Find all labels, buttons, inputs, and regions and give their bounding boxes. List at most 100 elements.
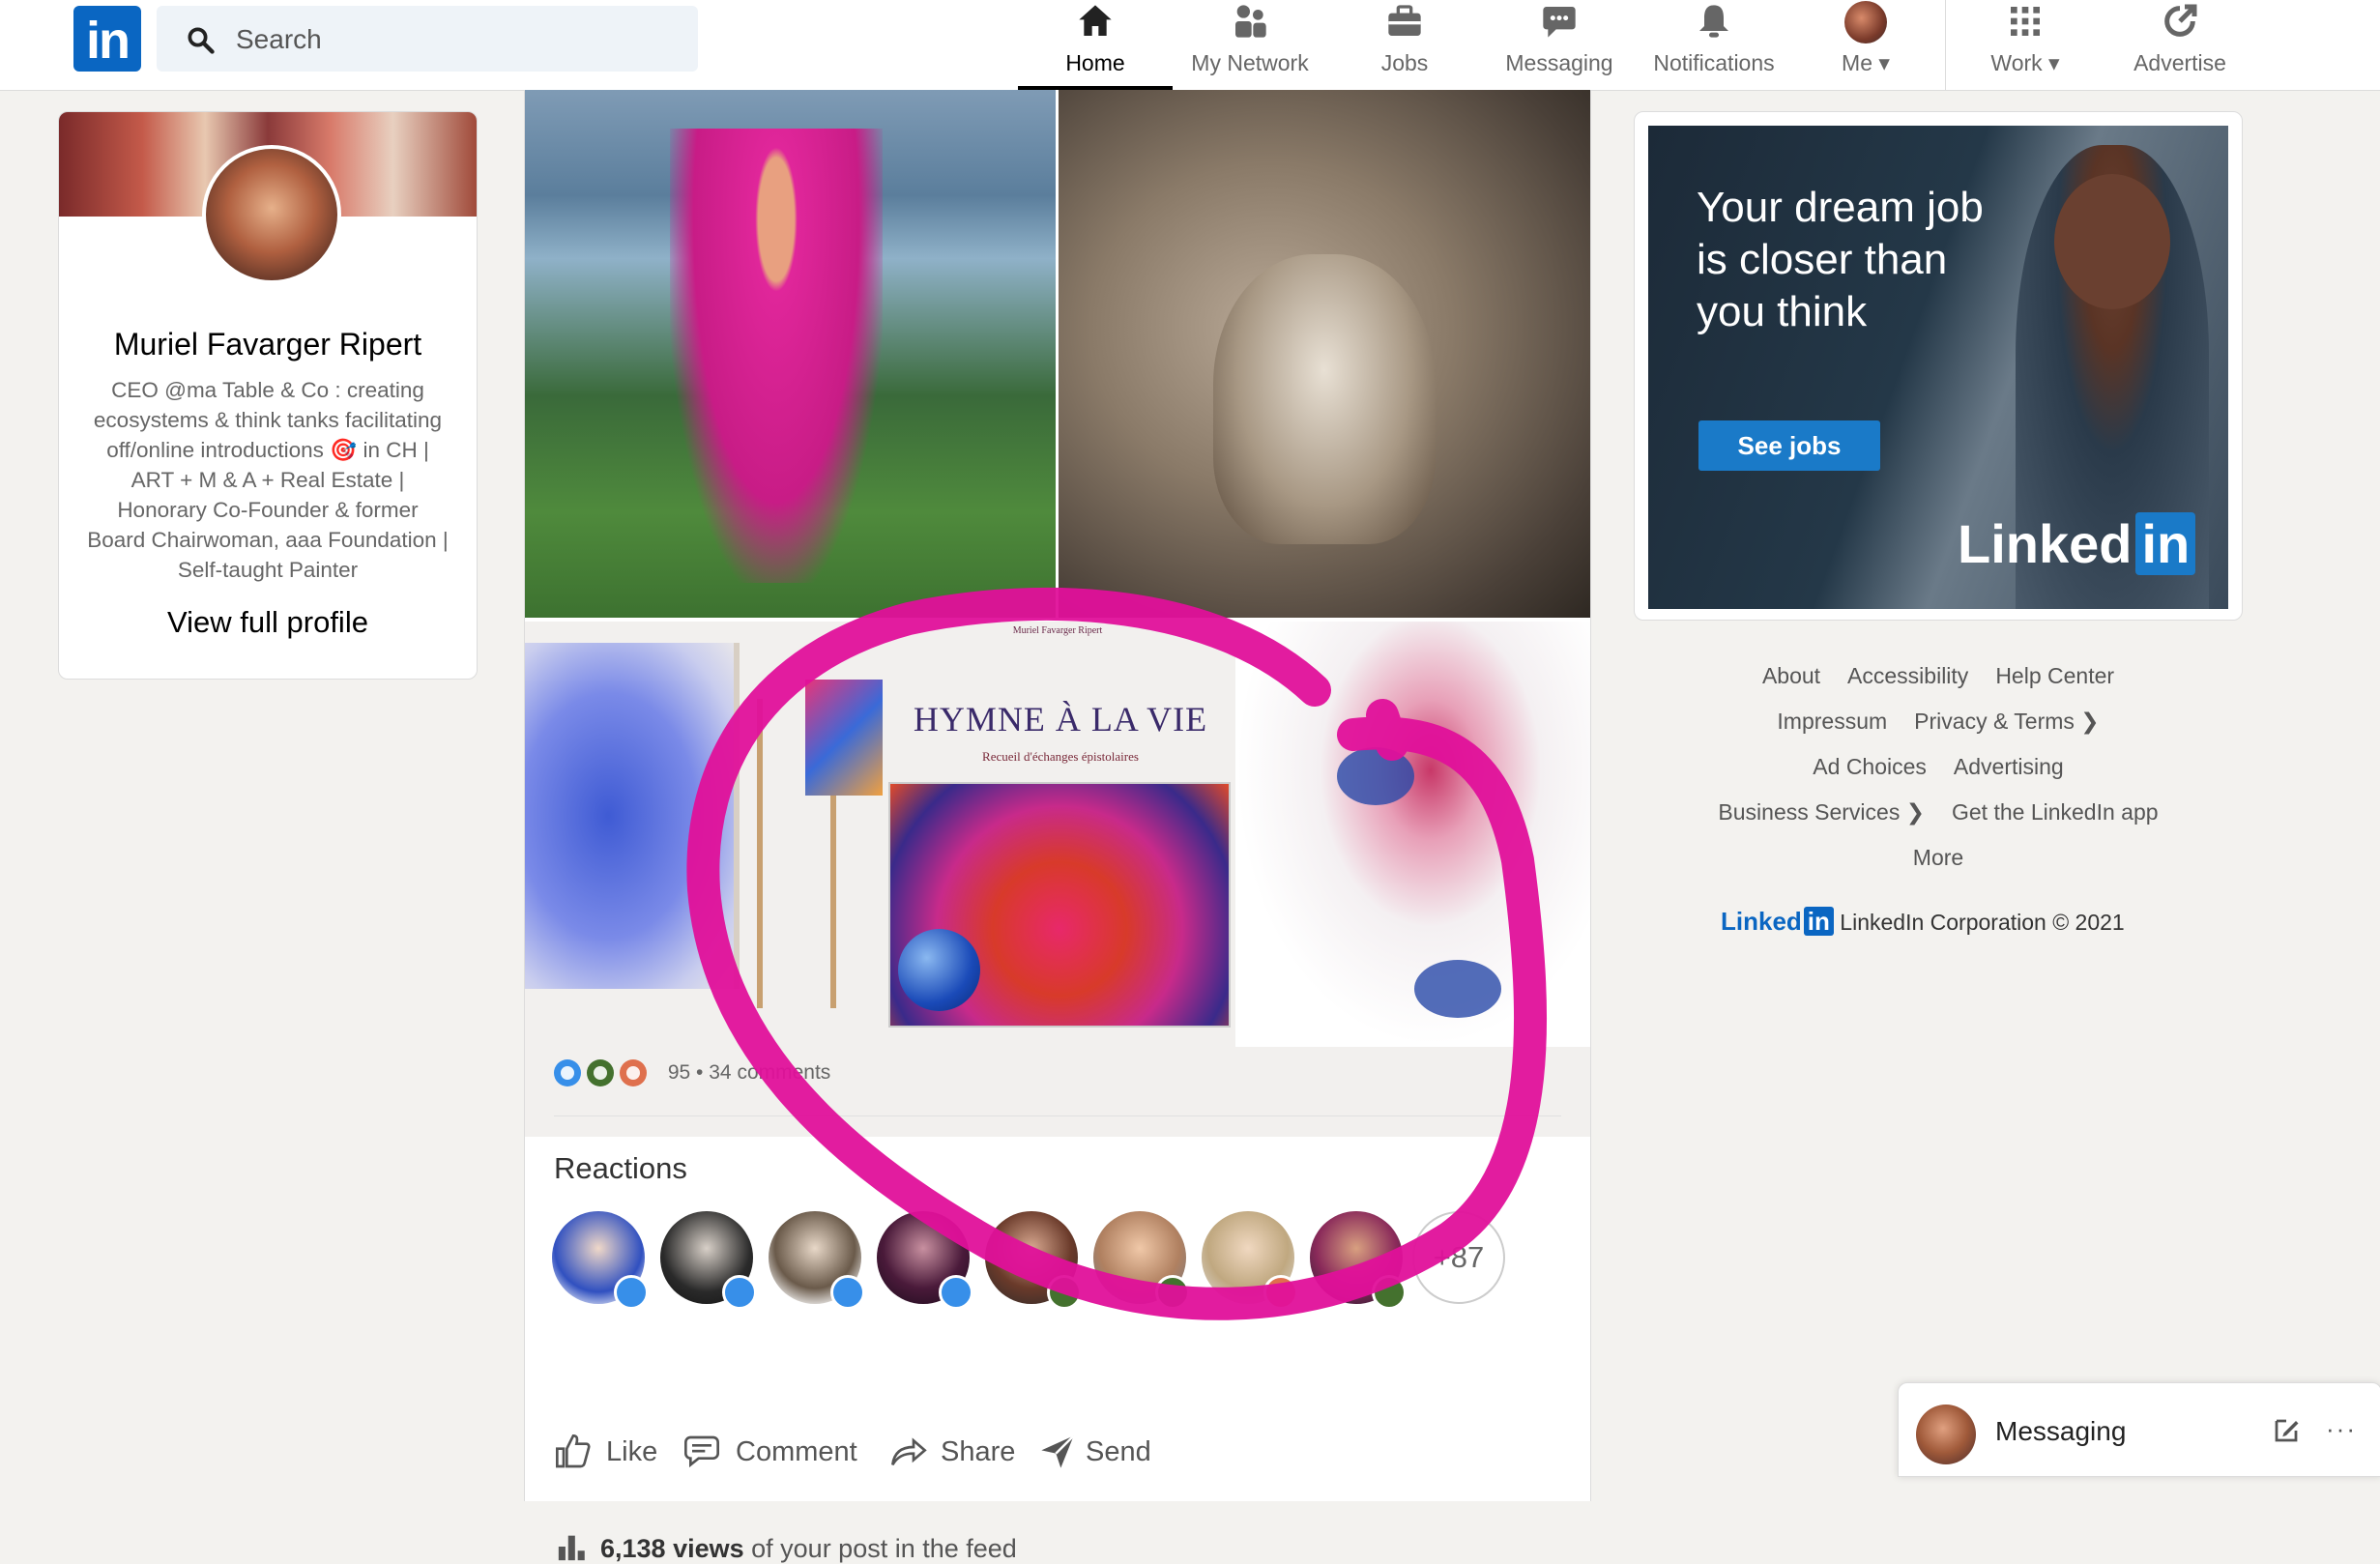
footer-link[interactable]: Advertising xyxy=(1954,754,2064,779)
footer-link[interactable]: Impressum xyxy=(1777,709,1887,734)
linkedin-logo[interactable]: in xyxy=(73,6,141,72)
footer-link[interactable]: Help Center xyxy=(1995,663,2114,688)
post-views[interactable]: 6,138 views of your post in the feed xyxy=(554,1530,1017,1564)
nav-label: Work ▾ xyxy=(1990,50,2060,75)
reactor-avatar[interactable] xyxy=(1310,1211,1407,1310)
bird-shape xyxy=(1414,960,1501,1018)
footer-link[interactable]: Get the LinkedIn app xyxy=(1952,799,2159,825)
top-nav: in Home My Network Jobs Messagi xyxy=(0,0,2380,91)
book-credit: Muriel Favarger Ripert xyxy=(1012,625,1103,636)
nav-me[interactable]: Me ▾ xyxy=(1791,0,1940,90)
book-subtitle: Recueil d'échanges épistolaires xyxy=(982,749,1139,764)
like-badge-icon xyxy=(614,1275,649,1310)
reactions-summary[interactable]: 95 • 34 comments xyxy=(554,1059,830,1094)
comment-icon xyxy=(684,1435,719,1468)
footer-link[interactable]: Business Services ❯ xyxy=(1718,799,1925,825)
copyright: Linked in LinkedIn Corporation © 2021 xyxy=(1721,907,2175,937)
nav-label: Home xyxy=(1065,50,1125,75)
chat-icon xyxy=(1543,7,1576,38)
reactor-avatar[interactable] xyxy=(985,1211,1082,1310)
like-reaction-icon xyxy=(554,1059,581,1086)
nav-label: Advertise xyxy=(2133,50,2226,75)
network-icon xyxy=(1235,5,1266,38)
reactor-avatar[interactable] xyxy=(552,1211,649,1310)
footer-link[interactable]: More xyxy=(1913,845,1963,870)
ad-card[interactable]: Your dream job is closer than you think … xyxy=(1634,111,2243,621)
comments-count[interactable]: 34 comments xyxy=(709,1061,830,1084)
bird-shape xyxy=(1337,747,1414,805)
send-button[interactable]: Send xyxy=(1037,1429,1163,1477)
bar-chart-icon xyxy=(558,1535,585,1561)
nav-home[interactable]: Home xyxy=(1018,0,1173,90)
messaging-title[interactable]: Messaging xyxy=(1995,1416,2126,1447)
profile-name[interactable]: Muriel Favarger Ripert xyxy=(59,327,477,362)
reactor-avatar[interactable] xyxy=(1093,1211,1190,1310)
like-button[interactable]: Like xyxy=(554,1429,670,1477)
reactor-avatar[interactable] xyxy=(1202,1211,1298,1310)
profile-avatar[interactable] xyxy=(202,145,341,284)
more-icon[interactable]: ··· xyxy=(2326,1414,2357,1444)
messaging-dock[interactable]: Messaging ··· xyxy=(1898,1382,2380,1477)
nav-messaging[interactable]: Messaging xyxy=(1482,0,1637,90)
share-label: Share xyxy=(941,1436,1016,1467)
thumbs-up-icon xyxy=(556,1434,591,1468)
send-label: Send xyxy=(1086,1436,1151,1467)
easel-canvas xyxy=(805,680,883,796)
cover-globe xyxy=(898,929,980,1011)
reactor-avatar[interactable] xyxy=(769,1211,865,1310)
send-icon xyxy=(1041,1434,1075,1468)
nav-label: My Network xyxy=(1191,50,1309,75)
post-photo-dog[interactable] xyxy=(1059,90,1590,618)
footer-links: About Accessibility Help Center Impressum P… xyxy=(1643,653,2233,881)
briefcase-icon xyxy=(1388,5,1421,36)
nav-notifications[interactable]: Notifications xyxy=(1637,0,1791,90)
share-button[interactable]: Share xyxy=(888,1429,1033,1477)
artwork-blue xyxy=(525,643,740,989)
nav-advertise[interactable]: Advertise xyxy=(2107,0,2252,90)
search-box[interactable] xyxy=(157,6,698,72)
post-photo-beach[interactable] xyxy=(525,90,1056,618)
celebrate-badge-icon xyxy=(1372,1275,1407,1310)
reactor-avatar[interactable] xyxy=(877,1211,973,1310)
view-full-profile-link[interactable]: View full profile xyxy=(59,605,477,640)
photo-figure xyxy=(670,129,883,583)
nav-label: Messaging xyxy=(1505,50,1613,75)
reactions-title: Reactions xyxy=(554,1151,687,1185)
see-jobs-button[interactable]: See jobs xyxy=(1698,420,1880,471)
views-suffix: of your post in the feed xyxy=(751,1534,1017,1563)
comment-label: Comment xyxy=(736,1436,857,1467)
footer-link[interactable]: Privacy & Terms ❯ xyxy=(1914,709,2099,734)
ad-linkedin-logo: Linked in xyxy=(1958,512,2196,575)
comment-button[interactable]: Comment xyxy=(682,1429,875,1477)
nav-work[interactable]: Work ▾ xyxy=(1953,0,2098,90)
footer-link[interactable]: Accessibility xyxy=(1847,663,1968,688)
artwork-birds xyxy=(1235,622,1590,1047)
ad-image: Your dream job is closer than you think … xyxy=(1648,126,2228,609)
profile-card: Muriel Favarger Ripert CEO @ma Table & C… xyxy=(58,111,478,680)
reaction-count[interactable]: 95 xyxy=(668,1061,690,1084)
profile-headline: CEO @ma Table & Co : creating ecosystems… xyxy=(87,378,449,582)
like-badge-icon xyxy=(830,1275,865,1310)
footer-linkedin-logo: Linked in xyxy=(1721,907,1834,936)
book-cover xyxy=(888,782,1231,1028)
nav-my-network[interactable]: My Network xyxy=(1173,0,1327,90)
avatar xyxy=(1916,1405,1976,1464)
search-input[interactable] xyxy=(234,15,682,64)
photo-dog xyxy=(1213,254,1436,544)
reactor-avatar[interactable] xyxy=(660,1211,757,1310)
home-icon xyxy=(1079,5,1112,37)
nav-divider xyxy=(1945,0,1946,90)
share-icon xyxy=(891,1437,927,1466)
like-badge-icon xyxy=(722,1275,757,1310)
celebrate-reaction-icon xyxy=(587,1059,614,1086)
compose-icon[interactable] xyxy=(2272,1416,2301,1445)
footer-link[interactable]: About xyxy=(1762,663,1820,688)
ad-person-head xyxy=(2054,174,2170,309)
bell-icon xyxy=(1699,5,1728,38)
love-reaction-icon xyxy=(620,1059,647,1086)
more-reactors-button[interactable]: +87 xyxy=(1412,1211,1505,1304)
copyright-text: LinkedIn Corporation © 2021 xyxy=(1840,910,2125,935)
divider xyxy=(554,1115,1561,1116)
nav-jobs[interactable]: Jobs xyxy=(1327,0,1482,90)
footer-link[interactable]: Ad Choices xyxy=(1813,754,1927,779)
